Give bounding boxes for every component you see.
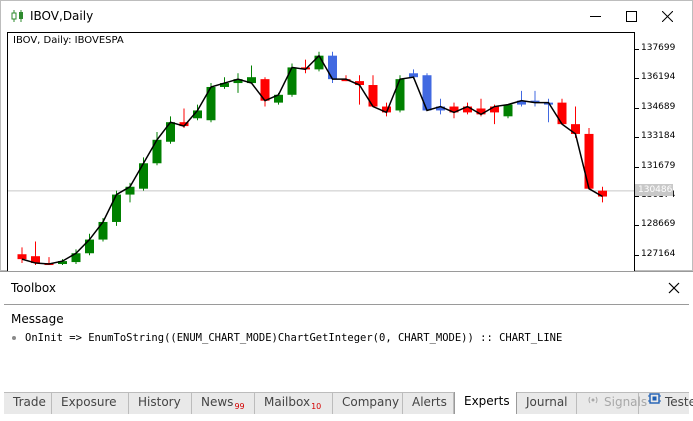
candle-body (112, 194, 121, 222)
price-tick-label: 133184 (641, 131, 676, 141)
chart-window: IBOV,Daily IBOV, Daily: IBOVESPA 137699 1… (0, 0, 693, 272)
candle-body (598, 190, 607, 197)
price-tick-mark (635, 137, 639, 138)
toolbox-close-button[interactable] (664, 278, 684, 298)
tab-label: News (201, 395, 234, 409)
price-tick-label: 131679 (641, 161, 676, 171)
tab-history[interactable]: History (129, 393, 192, 414)
close-icon (662, 11, 673, 22)
minimize-button[interactable] (578, 1, 612, 32)
tab-journal[interactable]: Journal (517, 393, 577, 414)
price-tick-label: 127164 (641, 249, 676, 259)
experts-log: OnInit => EnumToString((ENUM_CHART_MODE)… (4, 330, 689, 390)
price-tick-mark (635, 49, 639, 50)
price-tick-mark (635, 255, 639, 256)
maximize-button[interactable] (614, 1, 648, 32)
candle-body (328, 55, 337, 80)
tab-alerts[interactable]: Alerts (403, 393, 454, 414)
candle-body (287, 67, 297, 95)
candle-body (476, 108, 486, 115)
candle-body (422, 75, 432, 111)
tab-news[interactable]: News99 (192, 393, 255, 414)
toolbox-panel: Toolbox Message OnInit => EnumToString((… (0, 271, 693, 421)
candle-body (152, 139, 162, 164)
candle-body (584, 133, 594, 189)
price-tick-mark (635, 167, 639, 168)
close-window-button[interactable] (650, 1, 684, 32)
close-icon (668, 282, 680, 294)
price-tick-mark (635, 196, 639, 197)
tab-label: Mailbox (264, 395, 311, 409)
tab-label: Experts (464, 394, 510, 408)
tab-label: Alerts (412, 395, 447, 409)
candlestick-chart-icon (11, 10, 23, 22)
toolbox-title: Toolbox (11, 281, 56, 295)
price-scale[interactable]: 1376991361941346891331841316791301741286… (635, 32, 692, 272)
chart-plot-area[interactable] (7, 32, 635, 272)
log-entry-icon (12, 336, 16, 340)
candle-body (17, 254, 27, 260)
price-tick-label: 137699 (641, 43, 676, 53)
toolbox-tabbar: Trade Exposure History News99 Mailbox10 Compa… (4, 392, 693, 414)
price-tick-mark (635, 108, 639, 109)
tab-tester[interactable]: Tester (639, 393, 693, 414)
window-titlebar[interactable]: IBOV,Daily (1, 1, 692, 32)
tab-label: Trade (13, 395, 46, 409)
tester-icon (648, 392, 661, 411)
signal-icon (586, 392, 600, 411)
tab-label: Journal (526, 395, 568, 409)
tab-signals[interactable]: Signals (577, 392, 647, 414)
candlestick-chart (8, 51, 634, 266)
tab-trade[interactable]: Trade (4, 393, 52, 414)
tab-label: History (138, 395, 181, 409)
candle-body (490, 106, 499, 113)
log-entry[interactable]: OnInit => EnumToString((ENUM_CHART_MODE)… (25, 332, 562, 344)
tab-company[interactable]: Company (333, 393, 403, 414)
candle-body (139, 163, 148, 189)
price-tick-mark (635, 225, 639, 226)
price-tick-mark (635, 78, 639, 79)
minimize-icon (590, 16, 601, 17)
candle-body (503, 104, 513, 117)
tab-experts[interactable]: Experts (454, 392, 517, 414)
tab-exposure[interactable]: Exposure (52, 393, 129, 414)
price-tick-label: 136194 (641, 72, 676, 82)
toolbox-divider (4, 304, 689, 305)
close-price-line (21, 54, 603, 265)
candle-body (85, 239, 94, 254)
candle-body (395, 79, 405, 111)
tab-count-badge: 99 (234, 402, 245, 411)
tab-label: Company (342, 395, 400, 409)
candle-body (98, 221, 108, 240)
window-title: IBOV,Daily (30, 9, 94, 23)
candle-body (368, 85, 378, 107)
tab-label: Tester (665, 395, 693, 409)
price-tick-label: 128669 (641, 219, 676, 229)
tab-label: Exposure (61, 395, 117, 409)
current-price-tag: 130486 (635, 184, 673, 196)
maximize-icon (626, 11, 637, 22)
tab-mailbox[interactable]: Mailbox10 (255, 393, 333, 414)
message-column-header[interactable]: Message (11, 312, 64, 326)
chart-symbol-label: IBOV, Daily: IBOVESPA (13, 35, 124, 46)
tab-count-badge: 10 (311, 402, 322, 411)
candle-body (557, 102, 567, 125)
price-tick-label: 134689 (641, 102, 676, 112)
